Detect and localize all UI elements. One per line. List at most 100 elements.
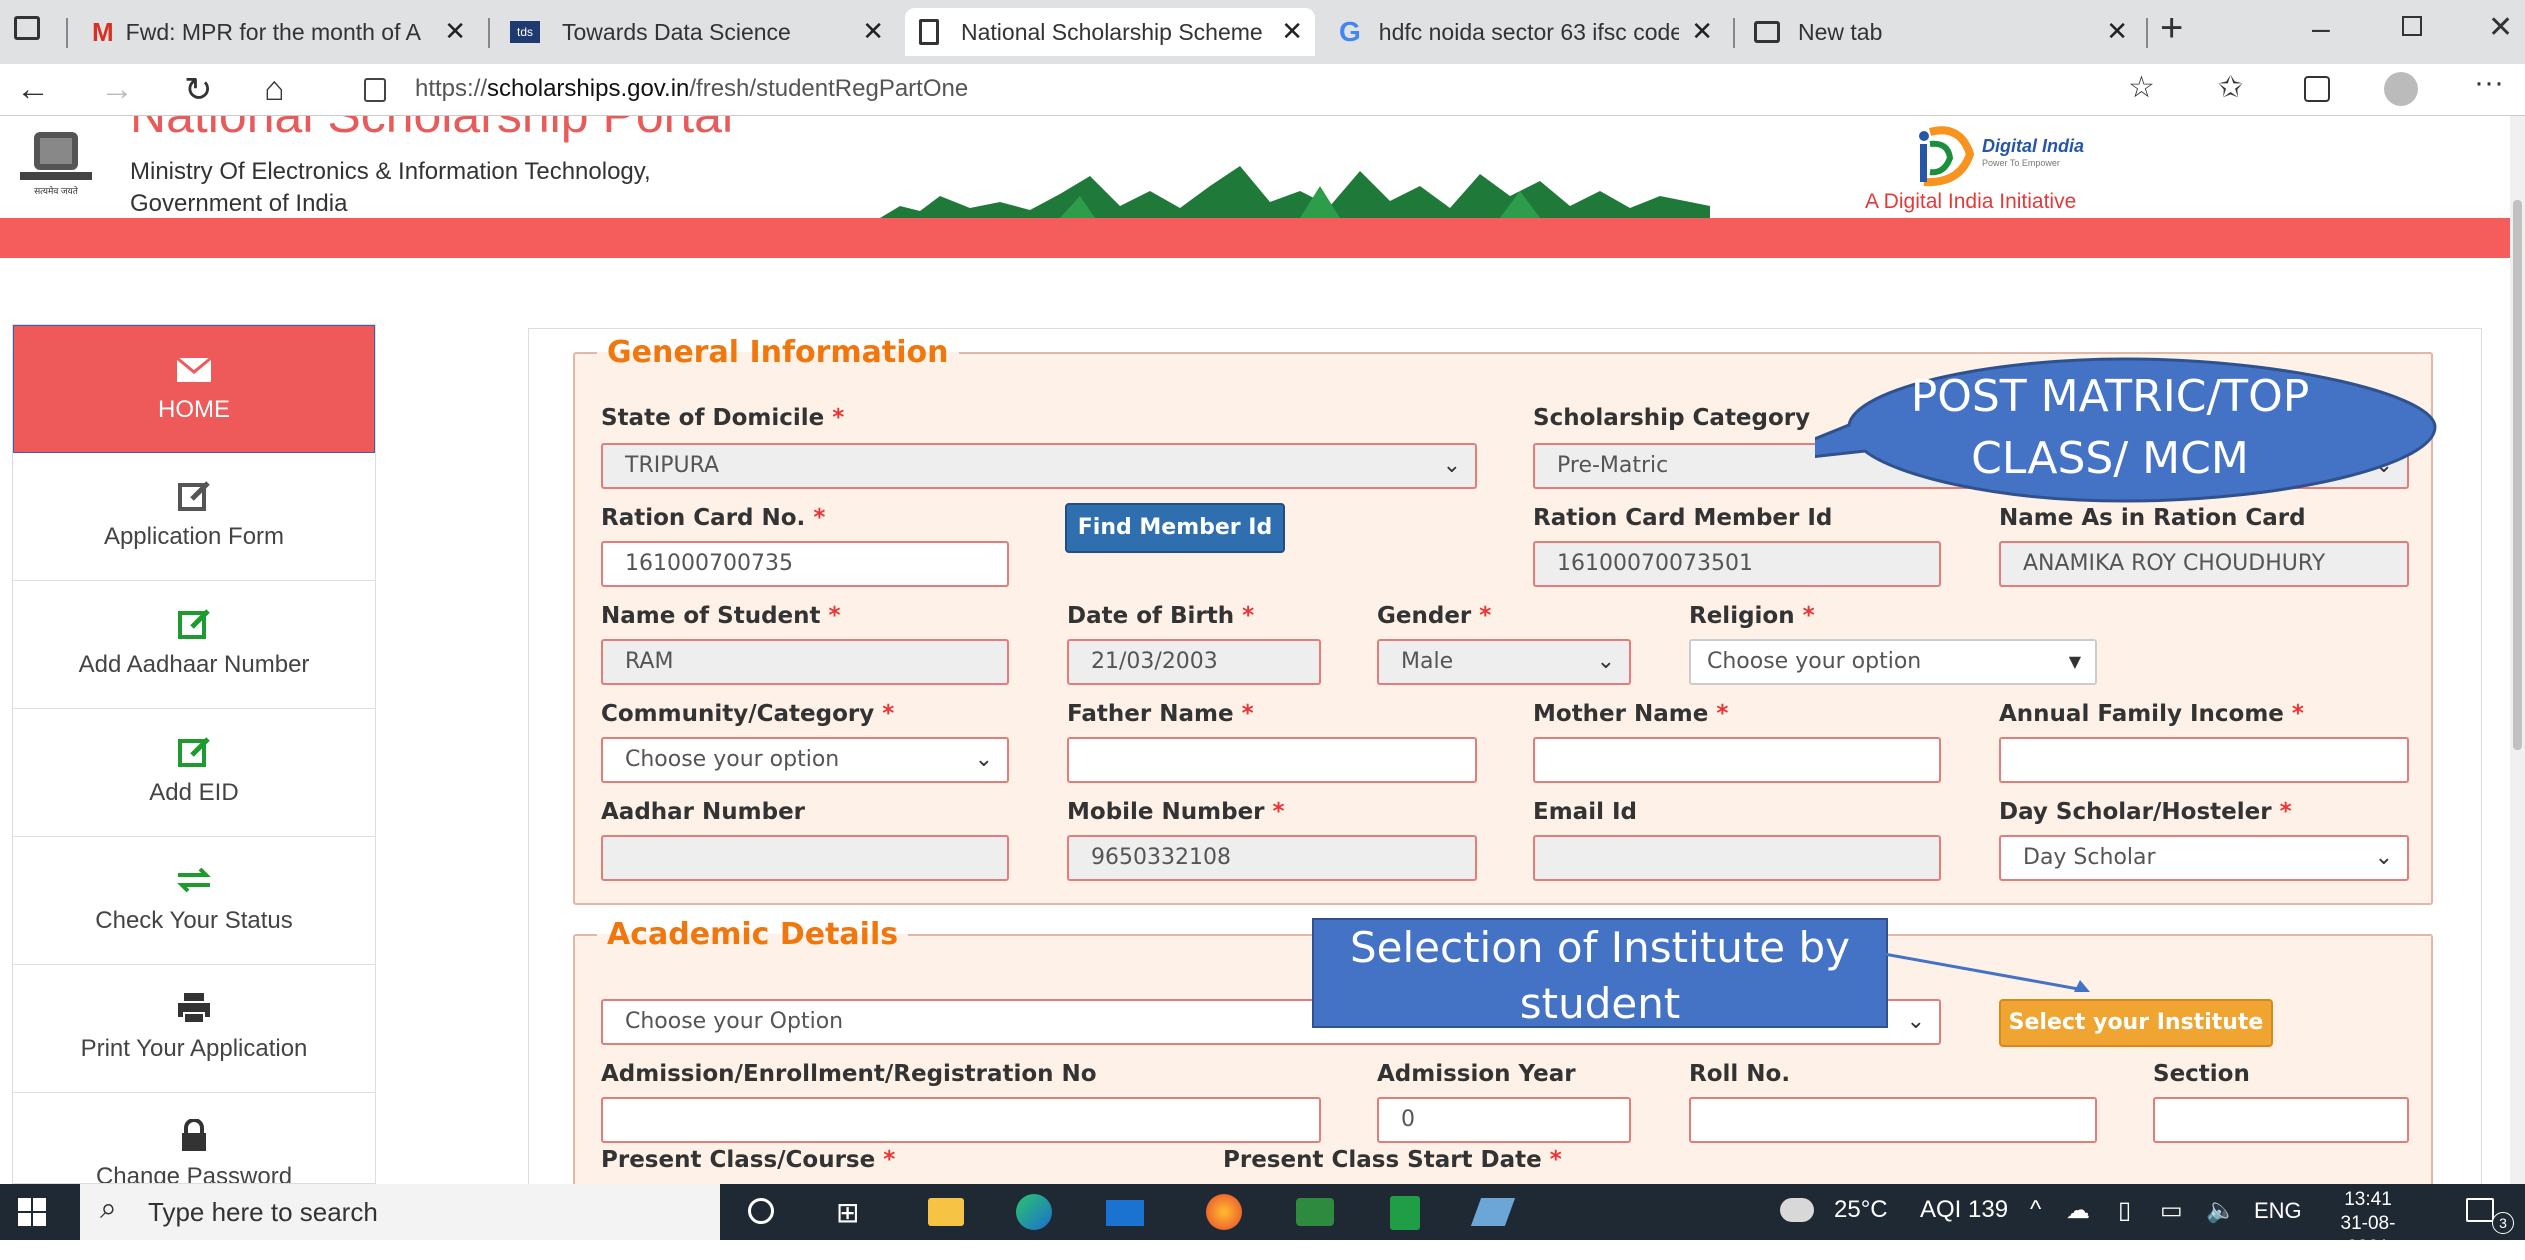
back-icon[interactable]: ←: [16, 70, 50, 109]
pen-app-icon[interactable]: [1470, 1198, 1516, 1226]
add-favorite-icon[interactable]: ☆: [2128, 70, 2155, 105]
roll-no-input[interactable]: [1689, 1097, 2097, 1143]
window-close-icon[interactable]: ✕: [2488, 10, 2513, 45]
aadhar-input[interactable]: [601, 835, 1009, 881]
tab-towards-data-science[interactable]: tds Towards Data Science ✕: [496, 8, 896, 56]
religion-select[interactable]: Choose your option ▼: [1689, 639, 2097, 685]
url-field[interactable]: https://scholarships.gov.in/fresh/studen…: [415, 75, 968, 103]
ration-card-input[interactable]: 161000700735: [601, 541, 1009, 587]
tab-actions-icon[interactable]: [14, 16, 40, 40]
battery-icon[interactable]: ▭: [2160, 1196, 2183, 1225]
tab-national-scholarship[interactable]: National Scholarship Scheme ✕: [905, 8, 1315, 56]
edit-icon: [178, 737, 210, 767]
site-info-icon[interactable]: [364, 78, 386, 102]
sidebar-item-print-application[interactable]: Print Your Application: [13, 965, 375, 1093]
chevron-down-icon: ⌄: [1906, 1009, 1925, 1034]
community-select[interactable]: Choose your option ⌄: [601, 737, 1009, 783]
digital-india-logo: Digital India Power To Empower: [1919, 126, 2084, 187]
new-tab-plus-icon[interactable]: +: [2160, 6, 2183, 51]
cloud-app-icon[interactable]: [1296, 1198, 1334, 1226]
email-input[interactable]: [1533, 835, 1941, 881]
father-name-input[interactable]: [1067, 737, 1477, 783]
weather-icon[interactable]: [1780, 1198, 1814, 1222]
family-income-input[interactable]: [1999, 737, 2409, 783]
gender-select[interactable]: Male ⌄: [1377, 639, 1631, 685]
home-icon[interactable]: ⌂: [264, 70, 285, 109]
close-icon[interactable]: ✕: [444, 16, 466, 47]
close-icon[interactable]: ✕: [1691, 16, 1713, 47]
close-icon[interactable]: ✕: [1281, 16, 1303, 47]
mail-app-icon[interactable]: [1106, 1200, 1144, 1226]
mobile-label: Mobile Number *: [1067, 799, 1285, 825]
tab-new-tab[interactable]: New tab ✕: [1740, 8, 2140, 56]
dob-input[interactable]: 21/03/2003: [1067, 639, 1321, 685]
religion-label: Religion *: [1689, 603, 1815, 629]
clock[interactable]: 13:41 31-08-2021: [2320, 1188, 2416, 1260]
device-icon[interactable]: ▯: [2118, 1196, 2131, 1225]
page-icon: [919, 19, 939, 45]
taskbar-search-box[interactable]: ⌕ Type here to search: [80, 1184, 720, 1240]
restore-icon[interactable]: [2402, 16, 2422, 36]
sidebar-item-add-aadhaar[interactable]: Add Aadhaar Number: [13, 581, 375, 709]
mother-name-input[interactable]: [1533, 737, 1941, 783]
onedrive-icon[interactable]: ☁: [2066, 1196, 2090, 1225]
favorites-icon[interactable]: ✩: [2218, 70, 2243, 105]
task-view-icon[interactable]: ⊞: [836, 1196, 859, 1229]
day-scholar-select[interactable]: Day Scholar ⌄: [1999, 835, 2409, 881]
volume-icon[interactable]: 🔈: [2206, 1196, 2236, 1225]
sidebar-item-check-status[interactable]: Check Your Status: [13, 837, 375, 965]
forward-icon[interactable]: →: [100, 70, 134, 109]
student-name-label: Name of Student *: [601, 603, 841, 629]
chevron-down-icon: ⌄: [2374, 845, 2393, 870]
windows-taskbar: ⌕ Type here to search ⊞ 25°C AQI 139 ^ ☁…: [0, 1184, 2525, 1258]
header-band: [0, 218, 2510, 258]
select-institute-button[interactable]: Select your Institute: [1999, 999, 2273, 1047]
print-icon: [178, 993, 210, 1024]
language-indicator[interactable]: ENG: [2254, 1198, 2302, 1224]
mobile-input[interactable]: 9650332108: [1067, 835, 1477, 881]
scrollbar-thumb[interactable]: [2513, 200, 2522, 750]
find-member-id-button[interactable]: Find Member Id: [1065, 503, 1285, 553]
reload-icon[interactable]: ↻: [184, 70, 213, 110]
chevron-up-icon[interactable]: ^: [2030, 1196, 2041, 1224]
edge-icon[interactable]: [1016, 1194, 1052, 1230]
close-icon[interactable]: ✕: [2106, 16, 2128, 47]
sidebar-item-application-form[interactable]: Application Form: [13, 453, 375, 581]
tab-gmail[interactable]: M Fwd: MPR for the month of A ✕: [78, 8, 478, 56]
close-icon[interactable]: ✕: [862, 16, 884, 47]
admission-year-label: Admission Year: [1377, 1061, 1576, 1087]
google-icon: G: [1339, 16, 1361, 47]
section-label: Section: [2153, 1061, 2250, 1087]
file-explorer-icon[interactable]: [928, 1198, 964, 1226]
student-name-input[interactable]: RAM: [601, 639, 1009, 685]
section-input[interactable]: [2153, 1097, 2409, 1143]
tab-google-search[interactable]: G hdfc noida sector 63 ifsc code ✕: [1325, 8, 1725, 56]
sidebar-item-add-eid[interactable]: Add EID: [13, 709, 375, 837]
gmail-icon: M: [92, 16, 114, 47]
aqi-reading[interactable]: AQI 139: [1920, 1196, 2008, 1224]
family-income-label: Annual Family Income *: [1999, 701, 2304, 727]
chevron-down-icon: ⌄: [1442, 453, 1461, 478]
firefox-icon[interactable]: [1206, 1194, 1242, 1230]
more-icon[interactable]: ···: [2474, 66, 2504, 100]
admission-year-input[interactable]: 0: [1377, 1097, 1631, 1143]
name-as-in-ration-card-input[interactable]: ANAMIKA ROY CHOUDHURY: [1999, 541, 2409, 587]
sidebar-item-change-password[interactable]: Change Password: [13, 1093, 375, 1183]
name-as-in-ration-card-label: Name As in Ration Card: [1999, 505, 2306, 531]
state-select[interactable]: TRIPURA ⌄: [601, 443, 1477, 489]
notes-app-icon[interactable]: [1390, 1196, 1420, 1230]
cortana-icon[interactable]: [748, 1198, 774, 1224]
collections-icon[interactable]: [2304, 76, 2330, 102]
sidebar-nav: HOME Application Form Add Aadhaar Number…: [12, 324, 376, 1184]
notifications-icon[interactable]: [2466, 1198, 2494, 1222]
ration-card-label: Ration Card No. *: [601, 505, 826, 531]
profile-icon[interactable]: [2384, 72, 2418, 106]
windows-start-icon[interactable]: [18, 1198, 46, 1226]
weather-temp[interactable]: 25°C: [1834, 1196, 1888, 1224]
admission-no-input[interactable]: [601, 1097, 1321, 1143]
svg-text:Power To Empower: Power To Empower: [1982, 158, 2060, 168]
sidebar-item-home[interactable]: HOME: [13, 325, 375, 453]
ration-member-id-input[interactable]: 16100070073501: [1533, 541, 1941, 587]
minimize-icon[interactable]: –: [2312, 10, 2330, 47]
svg-text:सत्यमेव जयते: सत्यमेव जयते: [34, 185, 79, 196]
